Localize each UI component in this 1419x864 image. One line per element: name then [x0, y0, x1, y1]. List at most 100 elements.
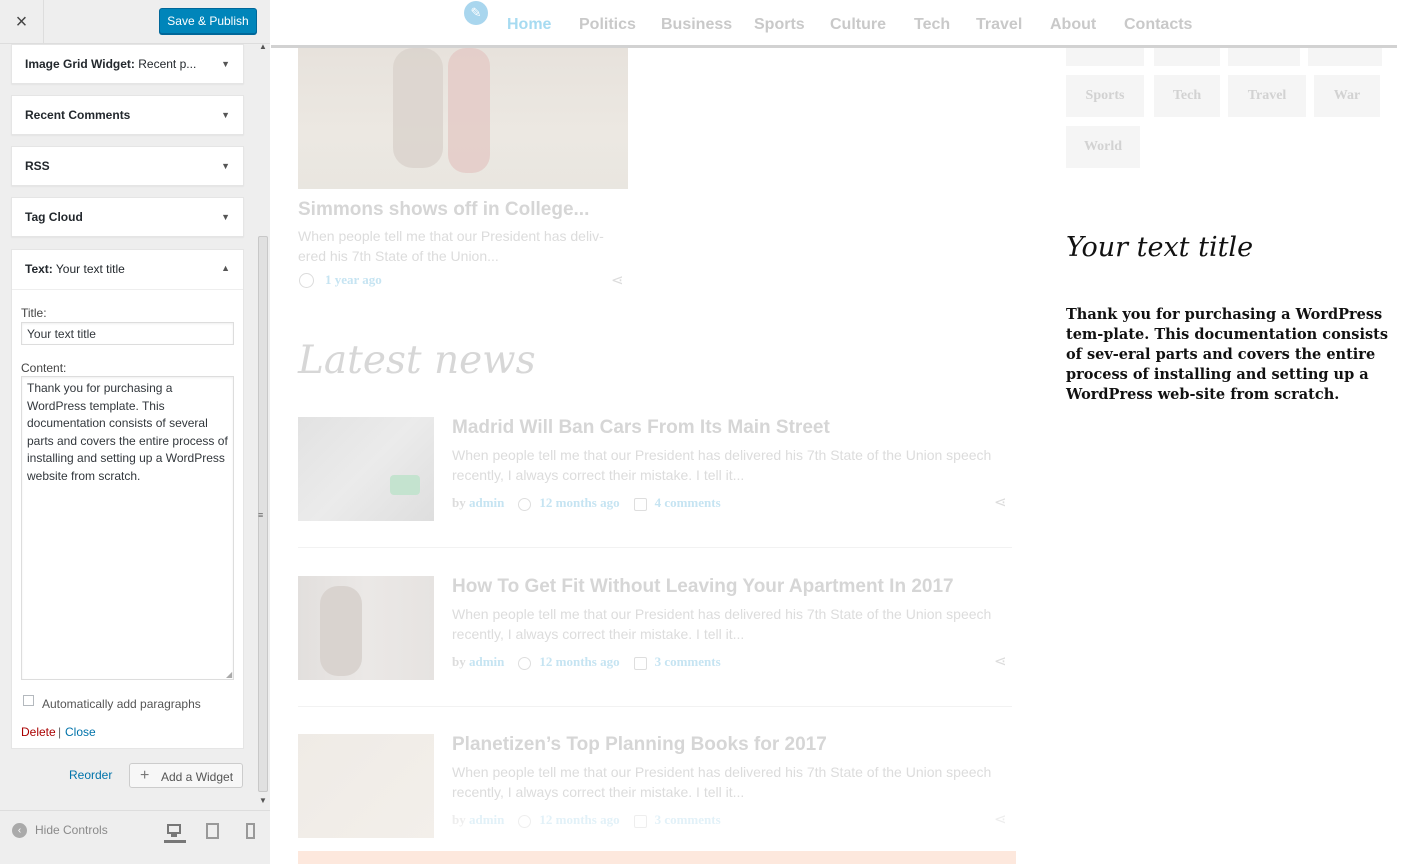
- scroll-up-arrow-icon[interactable]: ▲: [259, 42, 267, 51]
- post-by: by: [452, 654, 466, 669]
- customizer-header: × Save & Publish: [0, 0, 270, 44]
- hero-post-date[interactable]: 1 year ago: [325, 272, 382, 288]
- hero-post-title[interactable]: Simmons shows off in College...: [298, 199, 589, 221]
- share-icon[interactable]: ⋖: [994, 810, 1007, 828]
- widget-image-grid[interactable]: Image Grid Widget: Recent p... ▼: [11, 44, 244, 84]
- tag-tech[interactable]: Tech: [1154, 75, 1220, 117]
- news-post: How To Get Fit Without Leaving Your Apar…: [298, 576, 1012, 681]
- scroll-grip-icon: ≡: [258, 510, 264, 520]
- widget-title: Text: Your text title: [25, 262, 125, 276]
- nav-item-business[interactable]: Business: [661, 16, 732, 34]
- post-meta: by admin 12 months ago 3 comments: [452, 654, 721, 670]
- post-excerpt: When people tell me that our President h…: [452, 606, 992, 642]
- desktop-preview-icon[interactable]: [164, 821, 186, 843]
- expand-arrow-icon[interactable]: ▼: [221, 212, 230, 222]
- nav-item-politics[interactable]: Politics: [579, 16, 636, 34]
- customizer-panel: × Save & Publish Image Grid Widget: Rece…: [0, 0, 270, 864]
- post-divider: [298, 706, 1012, 707]
- widget-title: Image Grid Widget: Recent p...: [25, 57, 196, 71]
- widget-title-sub: Recent p...: [134, 57, 197, 71]
- tag-sports[interactable]: Sports: [1066, 75, 1144, 117]
- clock-icon: [299, 273, 314, 288]
- tag-travel[interactable]: Travel: [1228, 75, 1306, 117]
- post-title[interactable]: Madrid Will Ban Cars From Its Main Stree…: [452, 417, 830, 439]
- tag-partial: [1066, 48, 1144, 66]
- post-author[interactable]: admin: [469, 654, 504, 669]
- nav-item-culture[interactable]: Culture: [830, 16, 886, 34]
- add-widget-button[interactable]: + Add a Widget: [129, 763, 243, 788]
- comment-icon: [633, 497, 647, 511]
- main-navigation: ✎ Home Politics Business Sports Culture …: [271, 0, 1397, 48]
- text-widget-header[interactable]: Text: Your text title ▲: [12, 250, 243, 290]
- panel-scrollbar[interactable]: ▲ ≡ ▼: [256, 42, 270, 810]
- tag-partial: [1154, 48, 1220, 66]
- post-date[interactable]: 12 months ago: [539, 812, 619, 827]
- tag-world[interactable]: World: [1066, 126, 1140, 168]
- widget-title-sub: Your text title: [52, 262, 125, 276]
- nav-item-about[interactable]: About: [1050, 16, 1096, 34]
- nav-item-home[interactable]: Home: [507, 16, 551, 34]
- auto-paragraphs-checkbox[interactable]: [23, 695, 34, 706]
- edit-shortcut-pencil-icon[interactable]: ✎: [464, 1, 488, 25]
- post-author[interactable]: admin: [469, 812, 504, 827]
- widget-title-main: Text:: [25, 262, 53, 276]
- expand-arrow-icon[interactable]: ▼: [221, 59, 230, 69]
- post-title[interactable]: How To Get Fit Without Leaving Your Apar…: [452, 576, 954, 598]
- title-field-label: Title:: [21, 306, 47, 320]
- site-preview: ✎ Home Politics Business Sports Culture …: [271, 0, 1419, 864]
- post-comments[interactable]: 3 comments: [655, 812, 721, 827]
- post-title[interactable]: Planetizen’s Top Planning Books for 2017: [452, 734, 827, 756]
- clock-icon: [518, 656, 532, 670]
- post-thumbnail[interactable]: [298, 417, 434, 521]
- widget-tag-cloud[interactable]: Tag Cloud ▼: [11, 197, 244, 237]
- collapse-left-icon: ‹: [12, 823, 27, 839]
- mobile-preview-icon[interactable]: [240, 821, 262, 843]
- reorder-link[interactable]: Reorder: [69, 768, 112, 782]
- content-field-label: Content:: [21, 361, 67, 375]
- post-thumbnail[interactable]: [298, 576, 434, 680]
- close-customizer-icon[interactable]: ×: [0, 0, 44, 44]
- widget-rss[interactable]: RSS ▼: [11, 146, 244, 186]
- nav-item-travel[interactable]: Travel: [976, 16, 1022, 34]
- plus-icon: +: [140, 767, 150, 784]
- news-post: Planetizen’s Top Planning Books for 2017…: [298, 734, 1012, 839]
- tag-war[interactable]: War: [1314, 75, 1380, 117]
- widget-title-main: Image Grid Widget:: [25, 57, 135, 71]
- comment-icon: [633, 814, 647, 828]
- auto-paragraphs-label: Automatically add paragraphs: [42, 697, 201, 711]
- nav-item-tech[interactable]: Tech: [914, 16, 950, 34]
- close-link[interactable]: Close: [65, 725, 96, 739]
- share-icon[interactable]: ⋖: [994, 493, 1007, 511]
- content-field[interactable]: Thank you for purchasing a WordPress tem…: [21, 376, 234, 680]
- post-comments[interactable]: 4 comments: [655, 495, 721, 510]
- post-comments[interactable]: 3 comments: [655, 654, 721, 669]
- post-date[interactable]: 12 months ago: [539, 654, 619, 669]
- title-field[interactable]: [21, 322, 234, 345]
- hide-controls-button[interactable]: ‹ Hide Controls: [12, 823, 108, 839]
- share-icon[interactable]: ⋖: [994, 652, 1007, 670]
- expand-arrow-icon[interactable]: ▼: [221, 110, 230, 120]
- delete-link[interactable]: Delete: [21, 725, 56, 739]
- post-author[interactable]: admin: [469, 495, 504, 510]
- post-thumbnail[interactable]: [298, 734, 434, 838]
- tablet-preview-icon[interactable]: [202, 821, 224, 843]
- post-date[interactable]: 12 months ago: [539, 495, 619, 510]
- nav-item-contacts[interactable]: Contacts: [1124, 16, 1192, 34]
- expand-arrow-icon[interactable]: ▼: [221, 161, 230, 171]
- widget-recent-comments[interactable]: Recent Comments ▼: [11, 95, 244, 135]
- latest-news-heading: Latest news: [298, 338, 536, 383]
- widget-title: Recent Comments: [25, 108, 131, 122]
- resize-handle-icon[interactable]: ◢: [226, 670, 232, 679]
- save-publish-button[interactable]: Save & Publish: [159, 8, 257, 34]
- hero-post-image[interactable]: [298, 48, 628, 189]
- collapse-arrow-icon[interactable]: ▲: [221, 263, 230, 273]
- sidebar-text-widget-title: Your text title: [1066, 232, 1254, 263]
- tag-partial: [1228, 48, 1300, 66]
- nav-item-sports[interactable]: Sports: [754, 16, 805, 34]
- widget-title: Tag Cloud: [25, 210, 83, 224]
- post-meta: by admin 12 months ago 4 comments: [452, 495, 721, 511]
- share-icon[interactable]: ⋖: [611, 271, 624, 289]
- news-post: Madrid Will Ban Cars From Its Main Stree…: [298, 417, 1012, 522]
- link-separator: |: [58, 725, 62, 739]
- scroll-down-arrow-icon[interactable]: ▼: [259, 796, 267, 805]
